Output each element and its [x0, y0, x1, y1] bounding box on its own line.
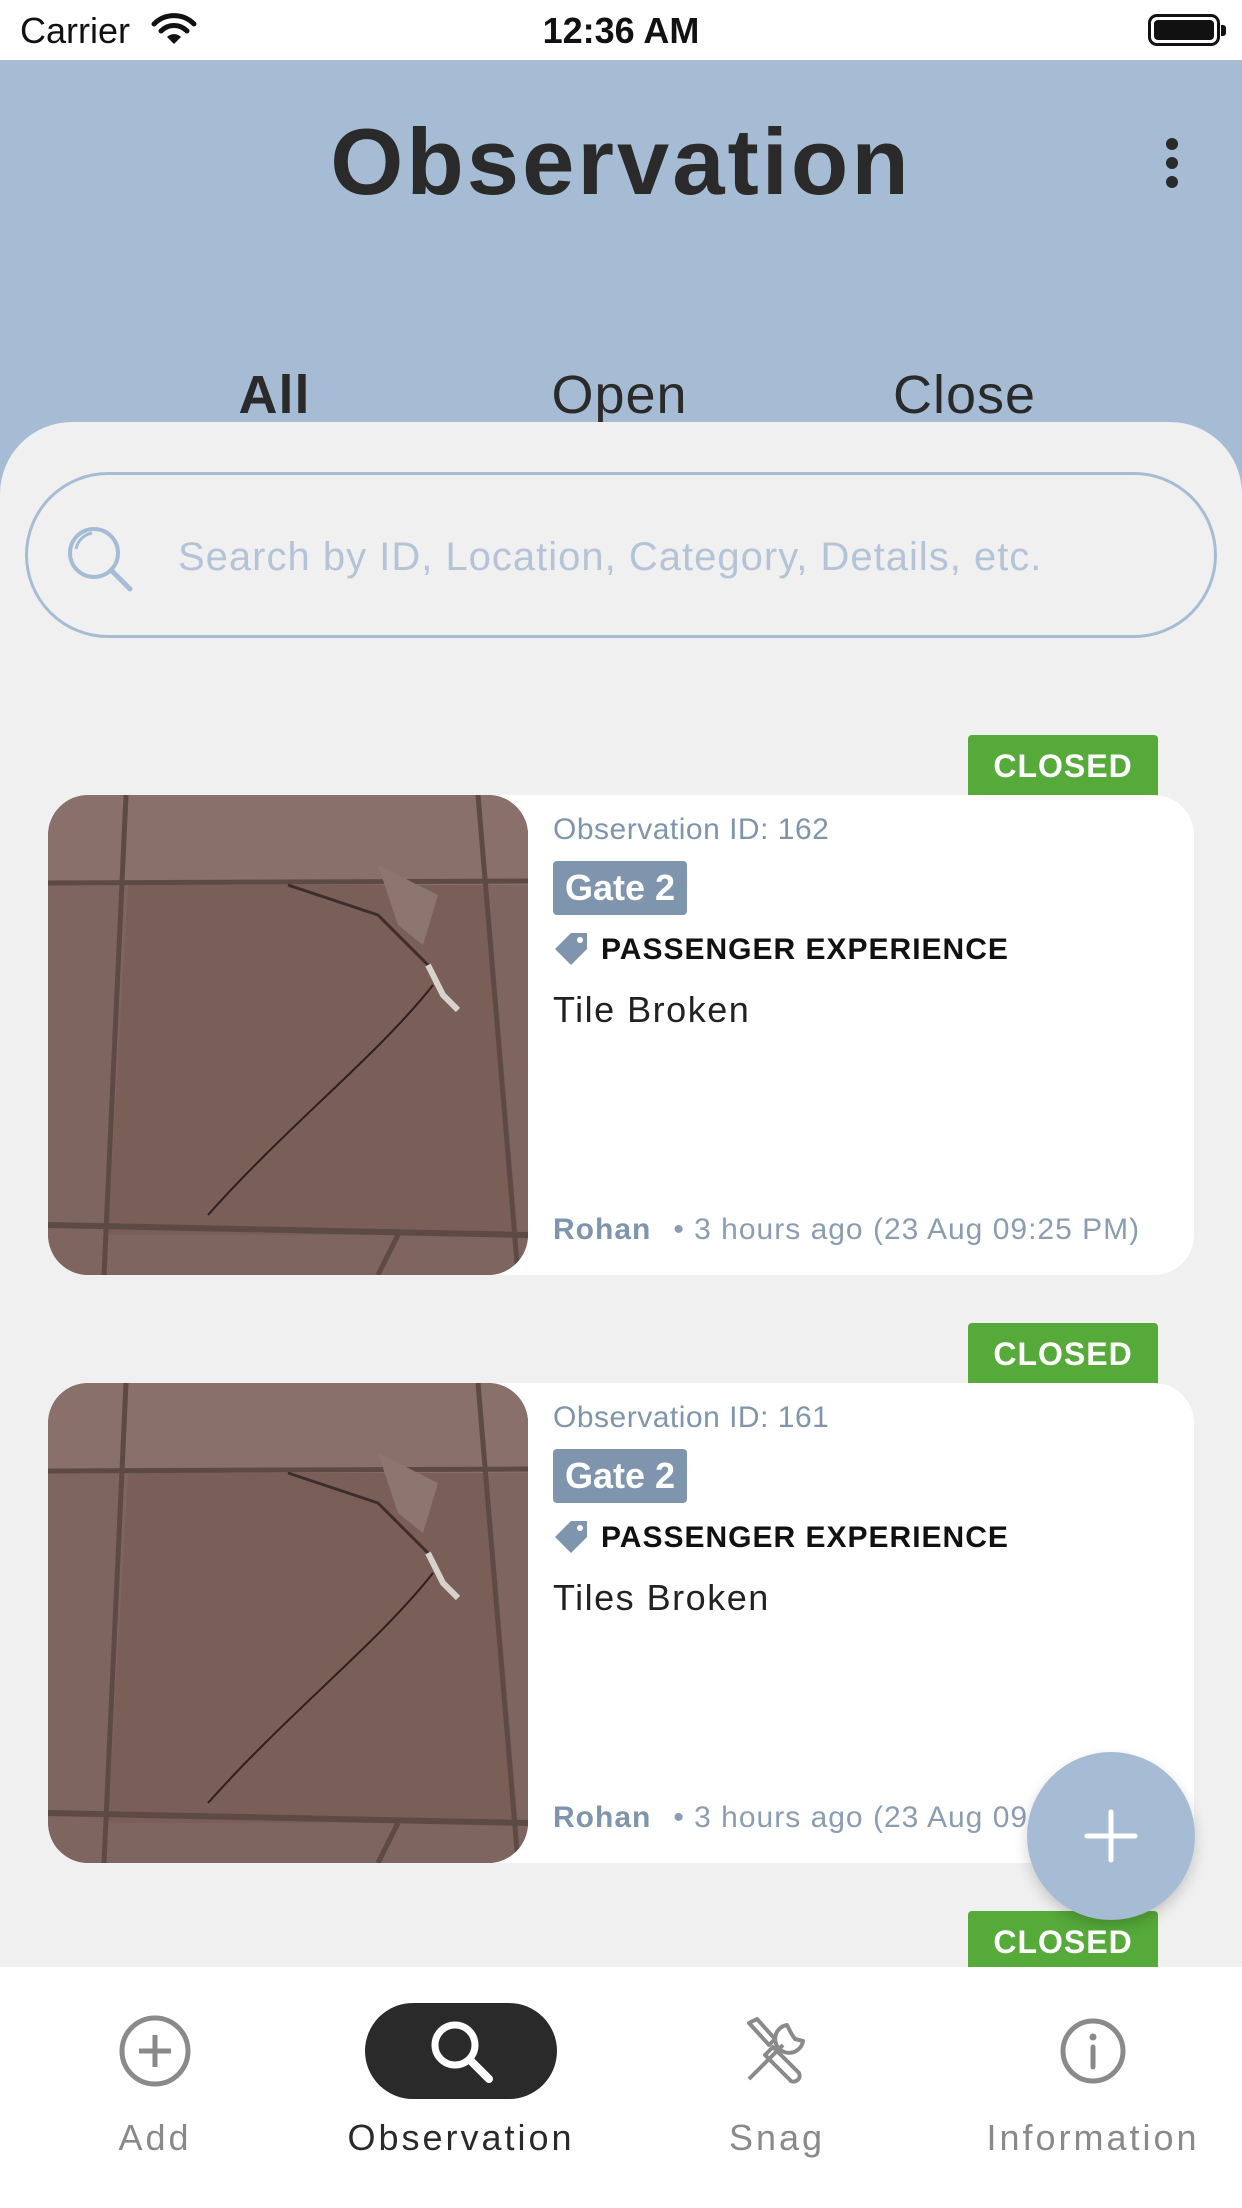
nav-information-label: Information [986, 2117, 1200, 2158]
search-bar[interactable] [25, 472, 1217, 638]
observation-photo[interactable] [48, 1383, 528, 1863]
category: PASSENGER EXPERIENCE [553, 931, 1009, 967]
author-name: Rohan [553, 1801, 652, 1834]
category: PASSENGER EXPERIENCE [553, 1519, 1009, 1555]
observation-title: Tiles Broken [553, 1577, 770, 1618]
status-badge: CLOSED [968, 1323, 1158, 1385]
observation-card[interactable]: CLOSED Observation ID: 16 [48, 1323, 1194, 1863]
page-title: Observation [330, 109, 912, 214]
add-circle-icon [119, 2015, 191, 2087]
info-icon [1060, 2018, 1126, 2084]
status-badge: CLOSED [968, 735, 1158, 797]
timestamp: • 3 hours ago (23 Aug 09:25 PM) [673, 1213, 1141, 1246]
tag-icon [555, 933, 587, 965]
card-body[interactable]: Observation ID: 161 Gate 2 PASSENGER EXP… [48, 1383, 1194, 1863]
content-sheet: CLOSED Observation ID: 16 [0, 422, 1242, 1967]
location-badge: Gate 2 [553, 1449, 688, 1503]
nav-snag-label: Snag [728, 2117, 826, 2158]
nav-information[interactable]: Information [938, 1967, 1242, 2208]
observation-id: Observation ID: 161 [553, 1401, 830, 1434]
search-input[interactable] [178, 515, 1188, 599]
cracked-tile-image [48, 1383, 528, 1863]
nav-add-label: Add [118, 2117, 192, 2158]
tools-icon [747, 2017, 805, 2084]
plus-icon [1084, 1809, 1138, 1863]
observation-meta: Rohan • 3 hours ago (23 Aug 09:25 PM) [553, 1213, 1173, 1247]
observation-title: Tile Broken [553, 989, 751, 1030]
tag-icon [555, 1521, 587, 1553]
search-icon [68, 527, 133, 592]
observation-photo[interactable] [48, 795, 528, 1275]
more-vertical-icon[interactable] [1152, 132, 1192, 192]
nav-observation-label: Observation [347, 2117, 575, 2158]
observation-id: Observation ID: 162 [553, 813, 830, 846]
bottom-navigation: Add Observation Snag Information [0, 1967, 1242, 2208]
location-badge: Gate 2 [553, 861, 688, 915]
card-body[interactable]: Observation ID: 162 Gate 2 PASSENGER EXP… [48, 795, 1194, 1275]
nav-add[interactable]: Add [0, 1967, 310, 2208]
cracked-tile-image [48, 795, 528, 1275]
clock: 12:36 AM [542, 10, 700, 51]
observation-card[interactable]: CLOSED [48, 1911, 1194, 1967]
nav-snag[interactable]: Snag [622, 1967, 932, 2208]
category-label: PASSENGER EXPERIENCE [601, 933, 1009, 966]
status-bar: Carrier 12:36 AM [0, 0, 1242, 60]
status-badge: CLOSED [968, 1911, 1158, 1967]
nav-observation[interactable]: Observation [306, 1967, 616, 2208]
category-label: PASSENGER EXPERIENCE [601, 1521, 1009, 1554]
battery-icon [1148, 14, 1226, 46]
search-icon [431, 2021, 493, 2083]
observation-card[interactable]: CLOSED Observation ID: 16 [48, 735, 1194, 1275]
author-name: Rohan [553, 1213, 652, 1246]
add-observation-fab[interactable] [1027, 1752, 1195, 1920]
active-nav-pill [365, 2003, 557, 2099]
